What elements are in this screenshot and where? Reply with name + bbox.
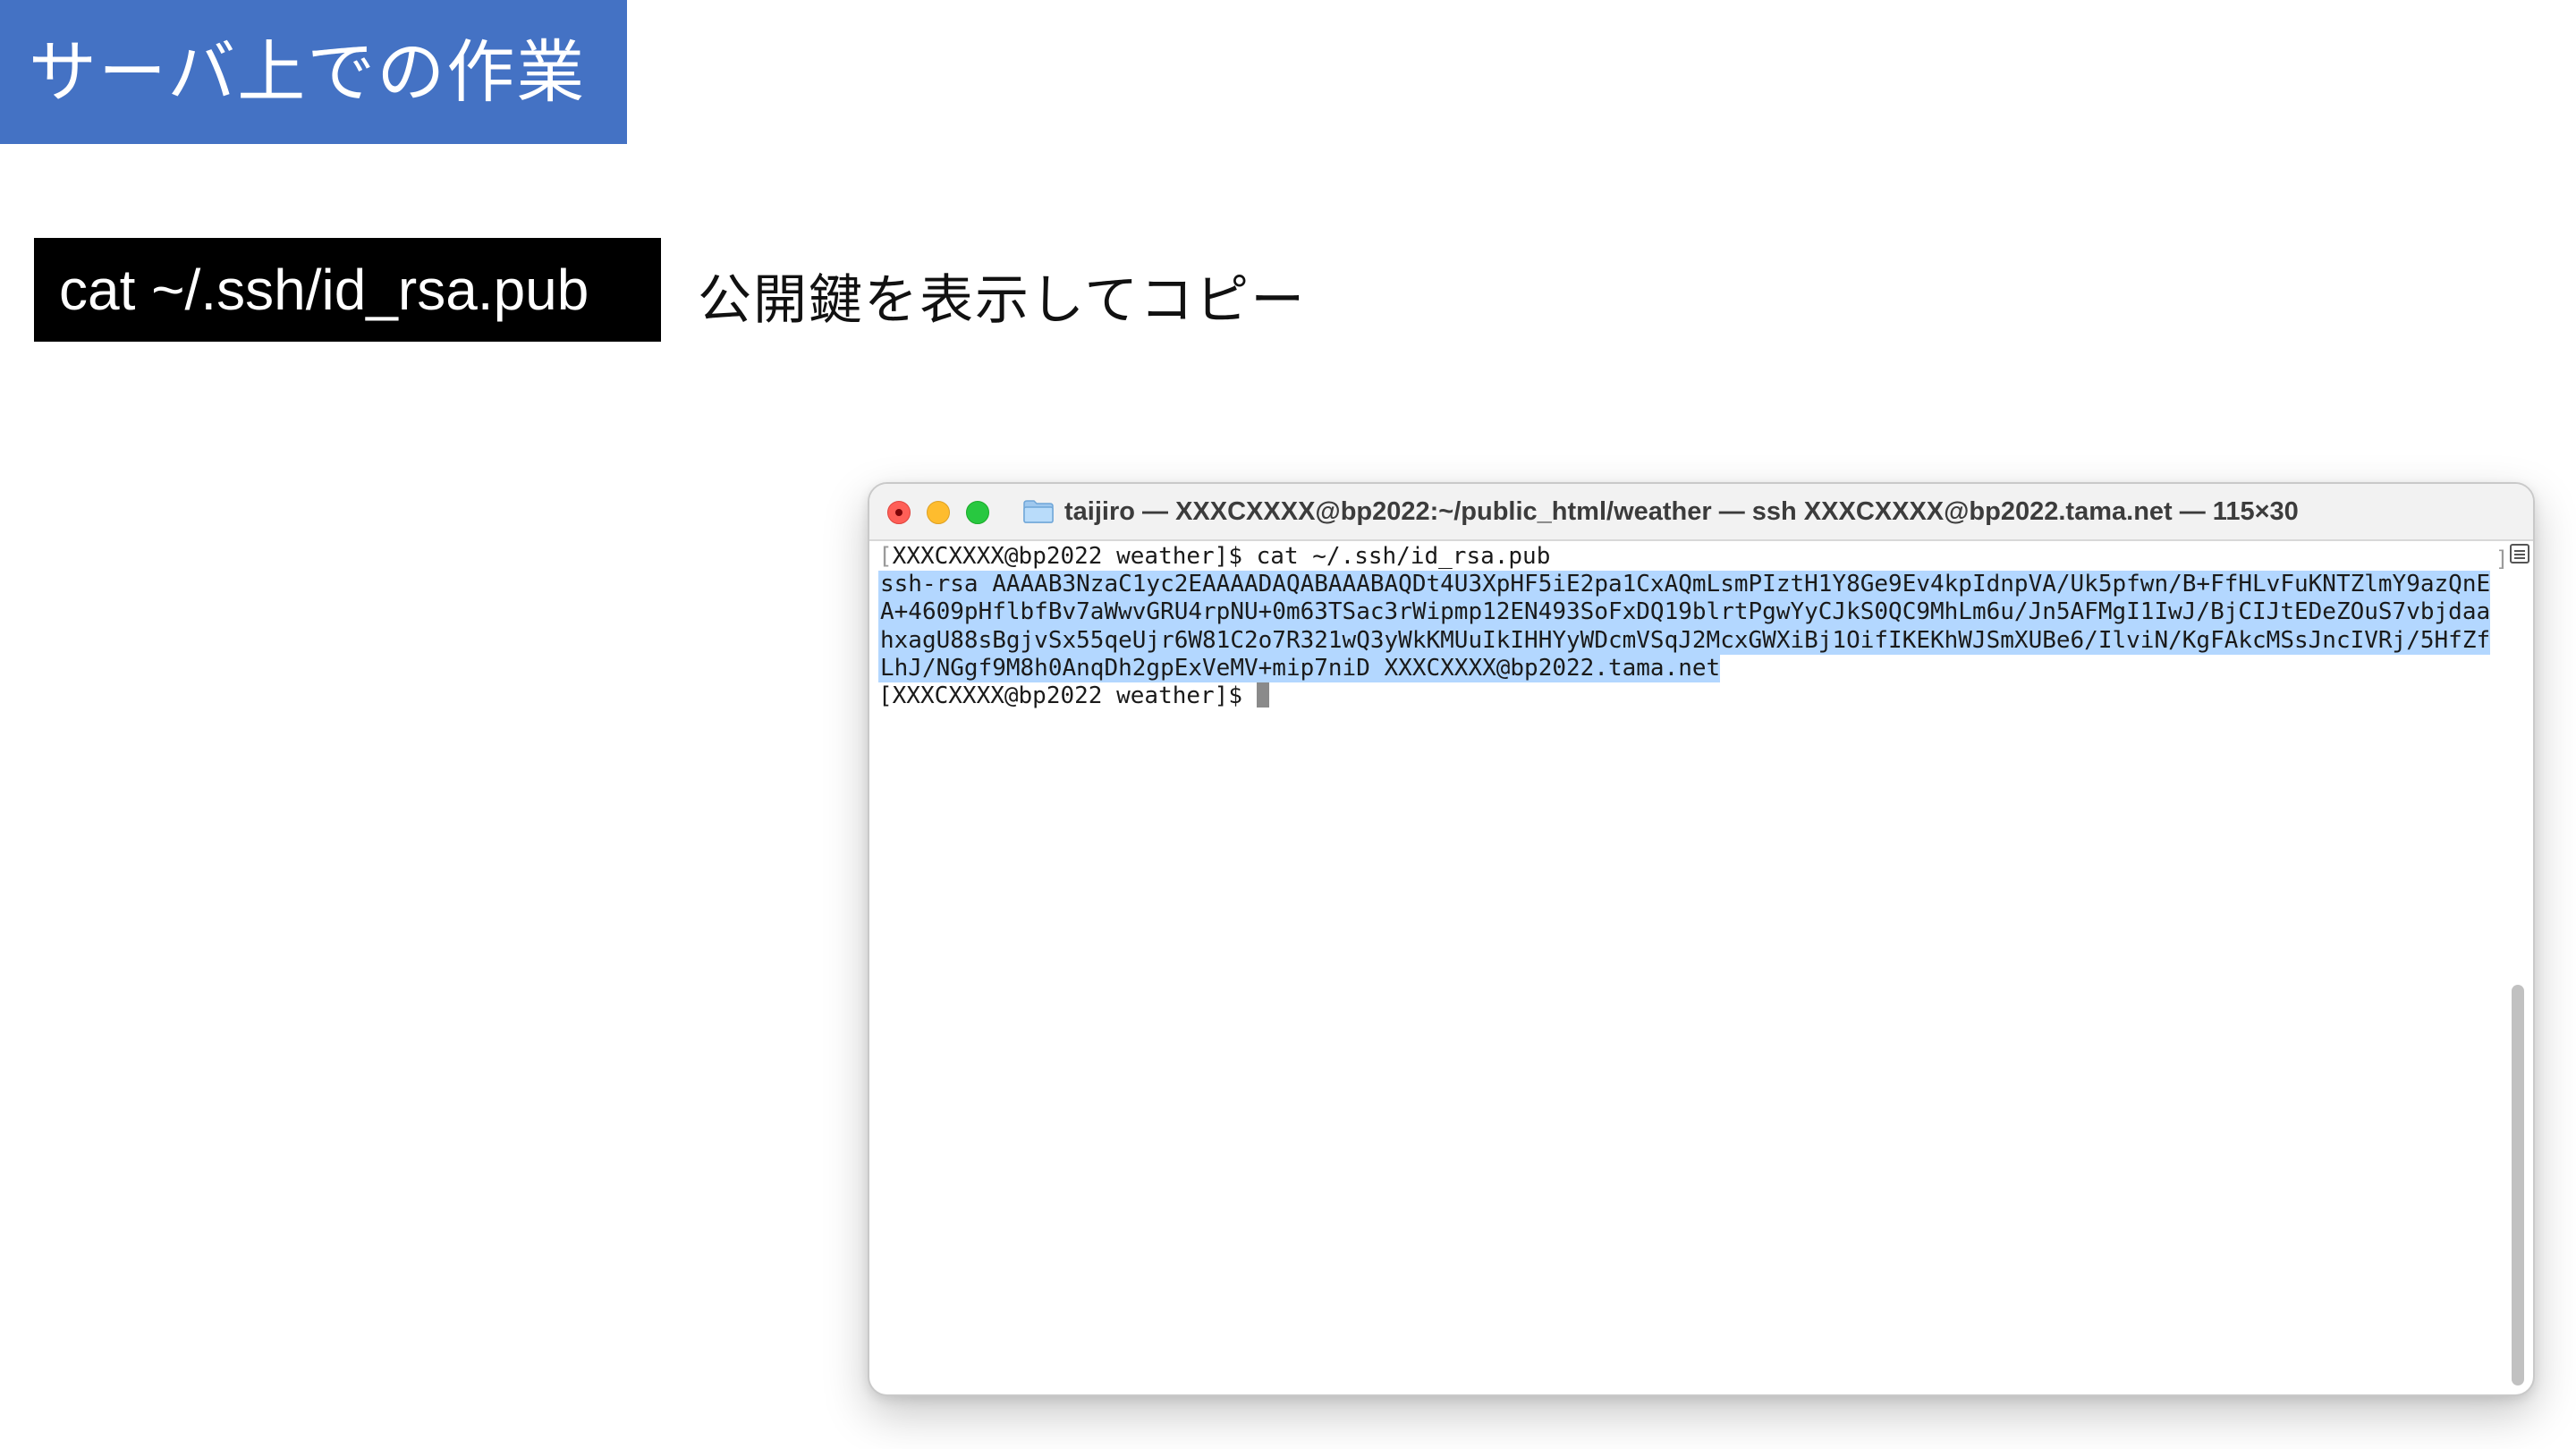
close-window-button[interactable] [887, 501, 911, 524]
command-box: cat ~/.ssh/id_rsa.pub [34, 238, 661, 342]
selected-key-text[interactable]: LhJ/NGgf9M8h0AnqDh2gpExVeMV+mip7niD XXXC… [878, 654, 1721, 682]
terminal-line: [XXXCXXXX@bp2022 weather]$ [878, 682, 2470, 710]
window-title: taijiro — XXXCXXXX@bp2022:~/public_html/… [1064, 497, 2299, 526]
prompt-command-text: XXXCXXXX@bp2022 weather]$ cat ~/.ssh/id_… [892, 543, 1551, 570]
selected-key-text[interactable]: hxagU88sBgjvSx55qeUjr6W81C2o7R321wQ3yWkK… [878, 626, 2491, 655]
text-cursor [1256, 682, 1269, 708]
terminal-line: [XXXCXXXX@bp2022 weather]$ cat ~/.ssh/id… [878, 543, 2470, 571]
terminal-line: A+4609pHflbfBv7aWwvGRU4rpNU+0m63TSac3rWi… [878, 598, 2491, 627]
terminal-line: LhJ/NGgf9M8h0AnqDh2gpExVeMV+mip7niD XXXC… [878, 654, 2470, 682]
terminal-titlebar[interactable]: taijiro — XXXCXXXX@bp2022:~/public_html/… [869, 484, 2533, 541]
bracket-glyph: [ [878, 543, 893, 570]
scrollbar-thumb[interactable] [2512, 985, 2524, 1385]
final-prompt-text: [XXXCXXXX@bp2022 weather]$ [878, 682, 1257, 709]
selected-key-text[interactable]: A+4609pHflbfBv7aWwvGRU4rpNU+0m63TSac3rWi… [878, 598, 2491, 627]
terminal-line: hxagU88sBgjvSx55qeUjr6W81C2o7R321wQ3yWkK… [878, 626, 2491, 655]
maximize-window-button[interactable] [966, 501, 989, 524]
selected-key-text[interactable]: ssh-rsa AAAAB3NzaC1yc2EAAAADAQABAAABAQDt… [878, 571, 2491, 599]
minimize-window-button[interactable] [927, 501, 950, 524]
terminal-output[interactable]: [XXXCXXXX@bp2022 weather]$ cat ~/.ssh/id… [878, 543, 2491, 710]
bracket-glyph: ] [2496, 547, 2509, 572]
slide-title: サーバ上での作業 [0, 0, 627, 144]
terminal-line: ssh-rsa AAAAB3NzaC1yc2EAAAADAQABAAABAQDt… [878, 571, 2491, 599]
folder-icon [1023, 500, 1054, 523]
terminal-window[interactable]: taijiro — XXXCXXXX@bp2022:~/public_html/… [868, 482, 2535, 1396]
list-icon[interactable] [2510, 543, 2529, 564]
command-description: 公開鍵を表示してコピー [698, 269, 1307, 332]
